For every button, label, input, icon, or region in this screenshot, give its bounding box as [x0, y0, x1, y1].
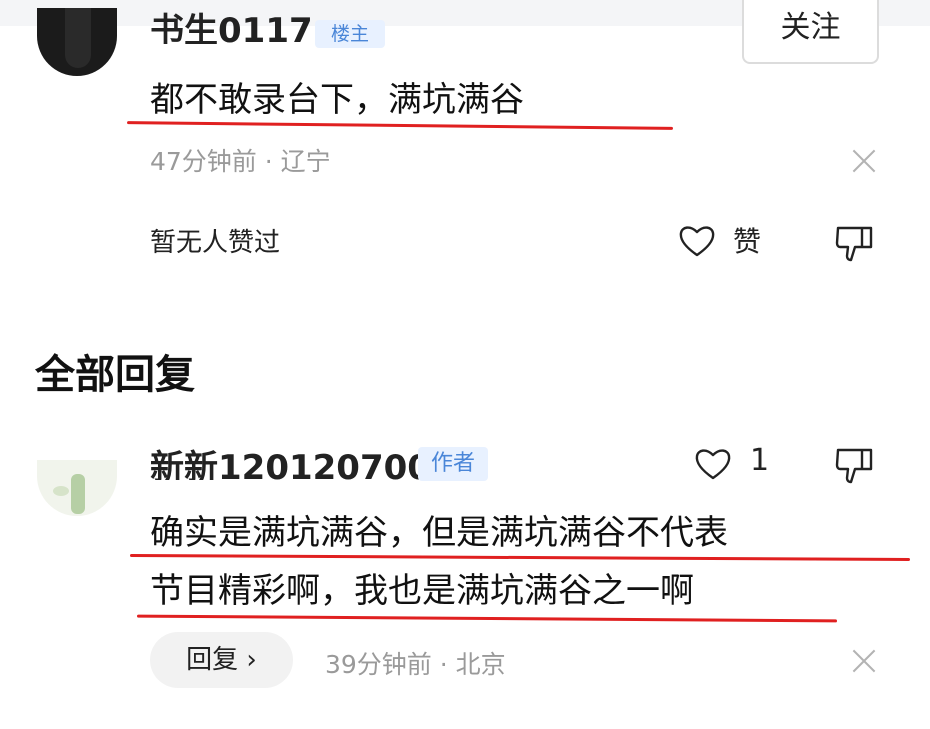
section-title: 全部回复	[35, 352, 195, 398]
comment-author-name[interactable]: 新新120120700	[150, 448, 431, 480]
thumbs-down-icon[interactable]	[835, 445, 875, 487]
author-tag-badge: 楼主	[315, 20, 385, 48]
heart-icon[interactable]	[678, 224, 716, 258]
comment-text-line: 节目精彩啊，我也是满坑满谷之一啊	[150, 571, 694, 611]
reply-button[interactable]: 回复 ›	[150, 632, 293, 688]
close-icon[interactable]	[851, 648, 877, 674]
comment-author-name[interactable]: 书生0117	[150, 12, 313, 44]
comment-meta: 47分钟前 · 辽宁	[150, 147, 331, 176]
red-underline-annotation	[126, 121, 674, 130]
like-button-label[interactable]: 赞	[733, 220, 761, 260]
comment-text: 都不敢录台下，满坑满谷	[150, 80, 524, 120]
heart-icon[interactable]	[694, 447, 732, 481]
likes-summary: 暂无人赞过	[150, 228, 281, 258]
comment-meta: 39分钟前 · 北京	[325, 650, 506, 679]
avatar[interactable]	[37, 8, 117, 76]
avatar[interactable]	[37, 460, 117, 516]
comment-text-line: 确实是满坑满谷，但是满坑满谷不代表	[150, 513, 728, 553]
close-icon[interactable]	[851, 148, 877, 174]
follow-button[interactable]: 关注	[742, 0, 879, 64]
like-count: 1	[750, 443, 770, 478]
comment-text: 确实是满坑满谷，但是满坑满谷不代表 节目精彩啊，我也是满坑满谷之一啊	[150, 504, 920, 620]
thumbs-down-icon[interactable]	[835, 223, 875, 265]
author-tag-badge: 作者	[418, 447, 488, 481]
